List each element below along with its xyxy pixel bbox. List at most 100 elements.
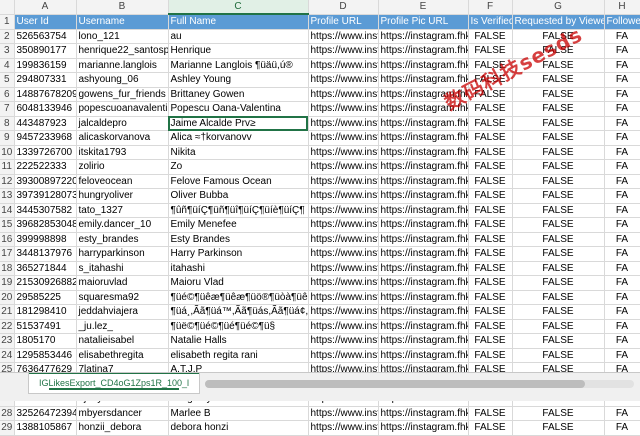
- data-cell[interactable]: https://www.inst: [308, 174, 379, 189]
- data-cell[interactable]: https://instagram.fhkg: [378, 58, 469, 73]
- data-cell[interactable]: FA: [604, 203, 640, 218]
- data-cell[interactable]: https://instagram.fhkg: [378, 116, 469, 131]
- row-number[interactable]: 1: [0, 14, 15, 30]
- data-cell[interactable]: FA: [604, 145, 640, 160]
- data-cell[interactable]: Ashley Young: [168, 72, 309, 88]
- data-cell[interactable]: ¶üá¸,Ãã¶üá™,Ãã¶üás,Ãã¶üá¢,Ã: [168, 304, 309, 320]
- data-cell[interactable]: 32526472394: [14, 406, 77, 421]
- data-cell[interactable]: au: [168, 29, 309, 44]
- header-cell[interactable]: Profile URL: [308, 14, 379, 30]
- data-cell[interactable]: popescuoanavalentina: [76, 101, 169, 117]
- data-cell[interactable]: maioruvlad: [76, 275, 169, 291]
- data-cell[interactable]: FA: [604, 159, 640, 175]
- row-number[interactable]: 28: [0, 406, 15, 421]
- data-cell[interactable]: ¶ûñ¶üíÇ¶üñ¶üî¶üíÇ¶üíè¶üíÇ¶: [168, 203, 309, 218]
- data-cell[interactable]: mbyersdancer: [76, 406, 169, 421]
- data-cell[interactable]: FALSE: [512, 130, 605, 146]
- data-cell[interactable]: honzii_debora: [76, 420, 169, 436]
- data-cell[interactable]: https://www.inst: [308, 72, 379, 88]
- data-cell[interactable]: 181298410: [14, 304, 77, 320]
- row-number[interactable]: 10: [0, 145, 15, 160]
- data-cell[interactable]: FALSE: [512, 159, 605, 175]
- column-letter-c[interactable]: C: [168, 0, 309, 15]
- data-cell[interactable]: elisabethregita: [76, 348, 169, 363]
- data-cell[interactable]: jalcaldepro: [76, 116, 169, 131]
- data-cell[interactable]: emily.dancer_10: [76, 217, 169, 233]
- data-cell[interactable]: gowens_fur_friends: [76, 87, 169, 102]
- data-cell[interactable]: FALSE: [512, 261, 605, 276]
- row-number[interactable]: 20: [0, 290, 15, 305]
- data-cell[interactable]: https://www.inst: [308, 304, 379, 320]
- data-cell[interactable]: https://instagram.fhkg: [378, 406, 469, 421]
- data-cell[interactable]: natalieisabel: [76, 333, 169, 349]
- data-cell[interactable]: FALSE: [468, 217, 513, 233]
- data-cell[interactable]: FALSE: [468, 174, 513, 189]
- data-cell[interactable]: https://www.inst: [308, 101, 379, 117]
- data-cell[interactable]: FA: [604, 174, 640, 189]
- data-cell[interactable]: FALSE: [468, 290, 513, 305]
- data-cell[interactable]: FALSE: [512, 348, 605, 363]
- row-number[interactable]: 9: [0, 130, 15, 146]
- data-cell[interactable]: Emily Menefee: [168, 217, 309, 233]
- data-cell[interactable]: 14887678209: [14, 87, 77, 102]
- row-number[interactable]: 13: [0, 188, 15, 204]
- data-cell[interactable]: FALSE: [512, 101, 605, 117]
- data-cell[interactable]: https://instagram.fhkg: [378, 246, 469, 262]
- column-letter-a[interactable]: A: [14, 0, 77, 15]
- header-cell[interactable]: Requested by Viewer: [512, 14, 605, 30]
- data-cell[interactable]: elisabeth regita rani: [168, 348, 309, 363]
- data-cell[interactable]: Harry Parkinson: [168, 246, 309, 262]
- data-cell[interactable]: 199836159: [14, 58, 77, 73]
- data-cell[interactable]: FALSE: [468, 348, 513, 363]
- data-cell[interactable]: zolirio: [76, 159, 169, 175]
- data-cell[interactable]: 3448137976: [14, 246, 77, 262]
- row-number[interactable]: 12: [0, 174, 15, 189]
- row-number[interactable]: 7: [0, 101, 15, 117]
- data-cell[interactable]: FA: [604, 58, 640, 73]
- data-cell[interactable]: FA: [604, 130, 640, 146]
- horizontal-scrollbar[interactable]: [205, 380, 634, 388]
- data-cell[interactable]: https://instagram.fhkg: [378, 159, 469, 175]
- data-cell[interactable]: 51537491: [14, 319, 77, 334]
- data-cell[interactable]: 1805170: [14, 333, 77, 349]
- data-cell[interactable]: 21530926882: [14, 275, 77, 291]
- header-cell[interactable]: Is Verified: [468, 14, 513, 30]
- data-cell[interactable]: s_itahashi: [76, 261, 169, 276]
- data-cell[interactable]: https://instagram.fhkg: [378, 72, 469, 88]
- data-cell[interactable]: 365271844: [14, 261, 77, 276]
- data-cell[interactable]: FALSE: [468, 261, 513, 276]
- data-cell[interactable]: FA: [604, 261, 640, 276]
- row-number[interactable]: 29: [0, 420, 15, 436]
- data-cell[interactable]: Esty Brandes: [168, 232, 309, 247]
- data-cell[interactable]: _ju.lez_: [76, 319, 169, 334]
- data-cell[interactable]: 1388105867: [14, 420, 77, 436]
- data-cell[interactable]: henrique22_santosp: [76, 43, 169, 59]
- data-cell[interactable]: Henrique: [168, 43, 309, 59]
- data-cell[interactable]: FALSE: [512, 87, 605, 102]
- data-cell[interactable]: Maioru Vlad: [168, 275, 309, 291]
- data-cell[interactable]: FA: [604, 406, 640, 421]
- data-cell[interactable]: FALSE: [512, 406, 605, 421]
- data-cell[interactable]: FA: [604, 72, 640, 88]
- data-cell[interactable]: 222522333: [14, 159, 77, 175]
- data-cell[interactable]: https://www.inst: [308, 333, 379, 349]
- data-cell[interactable]: FALSE: [512, 203, 605, 218]
- data-cell[interactable]: FALSE: [468, 275, 513, 291]
- data-cell[interactable]: FALSE: [468, 58, 513, 73]
- data-cell[interactable]: https://instagram.fhkg: [378, 304, 469, 320]
- column-letter-b[interactable]: B: [76, 0, 169, 15]
- data-cell[interactable]: ashyoung_06: [76, 72, 169, 88]
- row-number[interactable]: 3: [0, 43, 15, 59]
- data-cell[interactable]: 39682853048: [14, 217, 77, 233]
- data-cell[interactable]: https://www.inst: [308, 261, 379, 276]
- data-cell[interactable]: FA: [604, 87, 640, 102]
- data-cell[interactable]: https://www.inst: [308, 420, 379, 436]
- data-cell[interactable]: Brittaney Gowen: [168, 87, 309, 102]
- data-cell[interactable]: esty_brandes: [76, 232, 169, 247]
- data-cell[interactable]: FALSE: [512, 290, 605, 305]
- data-cell[interactable]: harryparkinson: [76, 246, 169, 262]
- header-cell[interactable]: Followed: [604, 14, 640, 30]
- data-cell[interactable]: FALSE: [468, 232, 513, 247]
- data-cell[interactable]: 1295853446: [14, 348, 77, 363]
- data-cell[interactable]: Popescu Oana-Valentina: [168, 101, 309, 117]
